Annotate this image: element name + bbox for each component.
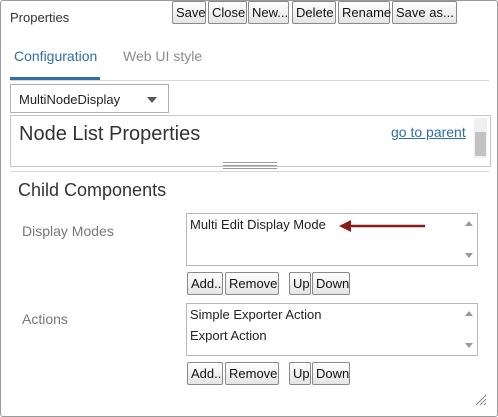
actions-add-button[interactable]: Add.. <box>187 362 223 385</box>
actions-remove-button[interactable]: Remove <box>225 362 279 385</box>
rename-button[interactable]: Rename <box>338 1 391 24</box>
chevron-down-icon[interactable] <box>147 97 157 103</box>
close-button[interactable]: Close <box>208 1 247 24</box>
splitter-handle[interactable] <box>223 162 277 170</box>
window-title: Properties <box>10 10 70 25</box>
scroll-down-icon[interactable] <box>465 343 473 348</box>
panel-scrollbar[interactable] <box>474 118 487 158</box>
save-as-button[interactable]: Save as... <box>392 1 457 24</box>
list-item[interactable]: Export Action <box>187 325 477 346</box>
properties-panel: Node List Properties go to parent <box>10 115 491 167</box>
section-divider <box>10 171 489 172</box>
properties-window: Properties Configuration Web UI style Mu… <box>0 0 498 417</box>
annotation-arrow-icon <box>339 220 425 232</box>
list-scrollbar[interactable] <box>462 215 476 264</box>
display-modes-up-button[interactable]: Up <box>289 272 311 295</box>
display-modes-add-button[interactable]: Add.. <box>187 272 223 295</box>
actions-down-button[interactable]: Down <box>312 362 350 385</box>
config-select-value: MultiNodeDisplay <box>19 92 121 107</box>
resize-grip-icon[interactable] <box>475 394 487 406</box>
tab-configuration[interactable]: Configuration <box>14 48 97 64</box>
actions-label: Actions <box>22 311 68 327</box>
list-item[interactable]: Simple Exporter Action <box>187 304 477 325</box>
panel-title: Node List Properties <box>19 123 201 145</box>
new-button[interactable]: New... <box>248 1 289 24</box>
actions-list[interactable]: Simple Exporter Action Export Action <box>186 303 478 356</box>
config-select[interactable]: MultiNodeDisplay <box>10 84 169 113</box>
delete-button[interactable]: Delete <box>292 1 336 24</box>
list-item[interactable]: Multi Edit Display Mode <box>187 214 477 235</box>
scroll-down-icon[interactable] <box>465 253 473 258</box>
display-modes-list[interactable]: Multi Edit Display Mode <box>186 213 478 266</box>
tab-divider <box>10 80 489 81</box>
list-scrollbar[interactable] <box>462 305 476 354</box>
actions-up-button[interactable]: Up <box>289 362 311 385</box>
display-modes-label: Display Modes <box>22 223 114 239</box>
go-to-parent-link[interactable]: go to parent <box>391 124 466 140</box>
scrollbar-thumb[interactable] <box>475 132 486 156</box>
scroll-up-icon[interactable] <box>465 221 473 226</box>
child-components-heading: Child Components <box>18 180 167 200</box>
display-modes-down-button[interactable]: Down <box>312 272 350 295</box>
save-button[interactable]: Save <box>172 1 206 24</box>
display-modes-remove-button[interactable]: Remove <box>225 272 279 295</box>
scroll-up-icon[interactable] <box>465 311 473 316</box>
tab-web-ui-style[interactable]: Web UI style <box>123 48 202 64</box>
